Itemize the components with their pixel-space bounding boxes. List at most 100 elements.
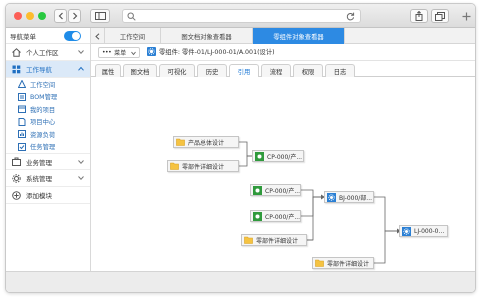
- chevron-down-icon: [78, 160, 84, 165]
- graph-node-folder[interactable]: 零部件详细设计: [167, 160, 239, 172]
- graph-node-part[interactable]: BJ-000/部...: [324, 191, 374, 203]
- folder-icon: [170, 162, 179, 171]
- part-icon: [147, 47, 156, 56]
- sidebar-item-my-projects[interactable]: 我的项目: [6, 103, 90, 116]
- folder-icon: [244, 236, 253, 245]
- new-tab-button[interactable]: [458, 9, 474, 23]
- tab-workflow[interactable]: 流程: [261, 64, 291, 77]
- bom-icon: [18, 92, 26, 101]
- tab-permissions[interactable]: 权限: [293, 64, 323, 77]
- sidebar-toggle-button[interactable]: [90, 9, 110, 23]
- tab-label: 可视化: [167, 68, 187, 76]
- home-icon: [12, 47, 21, 57]
- browser-window: 导航菜单 个人工作区 工作导航 工作空间 BOM管理 我的项目 项目中心 资源负…: [5, 3, 476, 293]
- sidebar-item-resource-load[interactable]: 资源负荷: [6, 128, 90, 141]
- node-label: 产品总体设计: [188, 139, 225, 147]
- reference-graph: 产品总体设计 零部件详细设计 CP-000/产... CP-000/产... C…: [91, 77, 475, 271]
- chevron-up-icon: [78, 66, 84, 71]
- tab-label: 日志: [333, 68, 347, 76]
- sidebar-icon: [94, 12, 106, 20]
- status-bar: [6, 271, 475, 292]
- tab-properties[interactable]: 属性: [95, 64, 121, 77]
- grid-icon: [12, 65, 21, 74]
- tab-part-viewer[interactable]: 零组件对象查看器: [253, 28, 345, 44]
- tab-scroll-left[interactable]: [91, 28, 105, 44]
- task-icon: [18, 142, 26, 151]
- sidebar-group-add-module[interactable]: 添加模块: [6, 187, 90, 204]
- forward-button[interactable]: [68, 9, 81, 23]
- title-bar: [6, 4, 475, 28]
- node-label: LJ-000-0...: [414, 227, 445, 235]
- share-button[interactable]: [410, 9, 428, 23]
- graph-node-document[interactable]: CP-000/产...: [250, 210, 301, 222]
- tab-references[interactable]: 引用: [229, 64, 259, 78]
- sidebar-group-label: 系统管理: [26, 175, 52, 183]
- sidebar-item-workspace[interactable]: 工作空间: [6, 78, 90, 91]
- node-label: BJ-000/部...: [339, 194, 373, 202]
- sidebar-group-label: 工作导航: [26, 66, 52, 74]
- graph-node-folder[interactable]: 零部件详细设计: [312, 257, 374, 269]
- sidebar-group-label: 添加模块: [26, 192, 52, 200]
- project-icon: [18, 105, 26, 114]
- chevron-down-icon: [78, 176, 84, 181]
- chart-icon: [18, 130, 26, 139]
- tab-visualization[interactable]: 可视化: [159, 64, 195, 77]
- chevron-left-icon: [95, 32, 100, 40]
- chevron-down-icon: [131, 51, 136, 56]
- sidebar-item-label: 任务管理: [30, 144, 56, 152]
- sidebar-item-label: 资源负荷: [30, 131, 56, 139]
- graph-node-folder[interactable]: 零部件详细设计: [241, 234, 307, 246]
- minimize-window-button[interactable]: [26, 12, 34, 20]
- node-label: CP-000/产...: [265, 187, 301, 195]
- sidebar-item-bom[interactable]: BOM管理: [6, 91, 90, 104]
- maximize-window-button[interactable]: [38, 12, 46, 20]
- sidebar-item-label: 工作空间: [30, 81, 56, 89]
- sidebar-group-business[interactable]: 业务管理: [6, 153, 90, 170]
- nav-menu-label: 导航菜单: [10, 32, 36, 41]
- part-icon: [327, 192, 336, 202]
- chevron-left-icon: [58, 12, 63, 20]
- folder-icon: [176, 138, 185, 147]
- graph-node-document[interactable]: CP-000/产...: [250, 184, 301, 196]
- node-label: CP-000/产...: [265, 213, 301, 221]
- back-button[interactable]: [54, 9, 67, 23]
- sidebar-item-task-mgmt[interactable]: 任务管理: [6, 141, 90, 154]
- part-title: 零组件: 零件-01/LJ-000-01/A.001(设计): [147, 47, 275, 56]
- tab-drawings[interactable]: 图文档: [123, 64, 157, 77]
- node-label: 零部件详细设计: [182, 163, 225, 171]
- tab-document-viewer[interactable]: 图文档对象查看器: [161, 28, 253, 44]
- tab-label: 历史: [205, 68, 219, 76]
- address-bar[interactable]: [122, 9, 361, 23]
- graph-node-part[interactable]: LJ-000-0...: [399, 225, 448, 237]
- sidebar-group-personal[interactable]: 个人工作区: [6, 44, 90, 61]
- chevron-right-icon: [72, 12, 77, 20]
- add-circle-icon: [12, 190, 21, 200]
- tab-history[interactable]: 历史: [197, 64, 227, 77]
- folder-icon: [315, 259, 324, 268]
- nav-menu-toggle[interactable]: [64, 31, 81, 41]
- tab-workspace[interactable]: 工作空间: [105, 28, 161, 44]
- property-tabs: 属性 图文档 可视化 历史 引用 流程 权限 日志: [91, 62, 475, 78]
- sidebar: 导航菜单 个人工作区 工作导航 工作空间 BOM管理 我的项目 项目中心 资源负…: [6, 28, 91, 292]
- graph-node-document[interactable]: CP-000/产...: [252, 150, 304, 162]
- sidebar-group-label: 业务管理: [26, 158, 52, 167]
- sidebar-item-project-center[interactable]: 项目中心: [6, 116, 90, 129]
- menu-button[interactable]: ••• 菜单: [98, 47, 140, 58]
- close-window-button[interactable]: [14, 12, 22, 20]
- more-icon: •••: [102, 49, 112, 56]
- tab-label: 图文档: [130, 68, 150, 76]
- tab-bar: 工作空间 图文档对象查看器 零组件对象查看器: [91, 28, 475, 44]
- part-title-text: 零组件: 零件-01/LJ-000-01/A.001(设计): [159, 49, 275, 56]
- graph-node-folder[interactable]: 产品总体设计: [173, 136, 239, 148]
- tab-log[interactable]: 日志: [325, 64, 355, 77]
- sidebar-group-work-nav[interactable]: 工作导航: [6, 61, 90, 78]
- workspace-icon: [18, 80, 26, 89]
- tabs-button[interactable]: [431, 9, 449, 23]
- tabs-icon: [435, 11, 445, 21]
- sidebar-group-system[interactable]: 系统管理: [6, 170, 90, 187]
- document-icon: [253, 185, 262, 195]
- chevron-down-icon: [78, 50, 84, 55]
- reload-icon[interactable]: [346, 12, 355, 21]
- document-icon: [255, 151, 264, 161]
- plus-icon: [462, 12, 470, 20]
